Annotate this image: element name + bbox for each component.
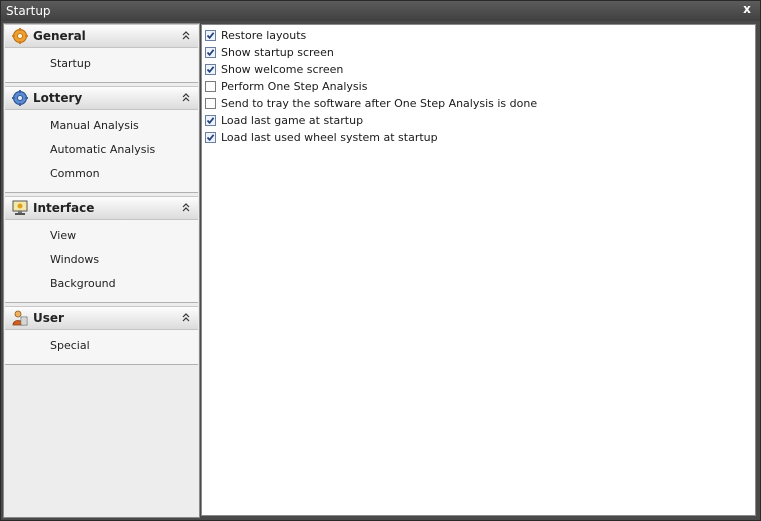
group-interface-title: Interface: [33, 201, 95, 215]
checkbox[interactable]: [205, 64, 216, 75]
group-general: General Startup: [5, 24, 198, 83]
collapse-chevron-icon[interactable]: [180, 28, 192, 42]
group-user-header[interactable]: User: [5, 306, 198, 330]
close-button[interactable]: x: [740, 2, 754, 18]
gear-icon: [12, 28, 28, 44]
option-label: Load last used wheel system at startup: [221, 131, 438, 144]
checkbox[interactable]: [205, 30, 216, 41]
checkbox[interactable]: [205, 98, 216, 109]
checkmark-icon: [206, 117, 215, 125]
group-interface: Interface View Windows Background: [5, 196, 198, 303]
collapse-chevron-icon[interactable]: [180, 200, 192, 214]
window-title: Startup: [6, 4, 51, 18]
option-label: Perform One Step Analysis: [221, 80, 368, 93]
sidebar-item-startup[interactable]: Startup: [50, 57, 91, 70]
sidebar-item-windows[interactable]: Windows: [50, 253, 99, 266]
startup-options-panel: Restore layouts Show startup screen Show…: [201, 24, 756, 516]
option-label: Restore layouts: [221, 29, 307, 42]
option-label: Show welcome screen: [221, 63, 344, 76]
option-label: Show startup screen: [221, 46, 334, 59]
sidebar-item-background[interactable]: Background: [50, 277, 116, 290]
checkbox[interactable]: [205, 47, 216, 58]
sidebar-item-manual-analysis[interactable]: Manual Analysis: [50, 119, 139, 132]
startup-window: Startup x General Startup Lottery Manual…: [0, 0, 761, 521]
collapse-chevron-icon[interactable]: [180, 310, 192, 324]
group-general-title: General: [33, 29, 86, 43]
group-general-header[interactable]: General: [5, 24, 198, 48]
checkmark-icon: [206, 32, 215, 40]
checkmark-icon: [206, 66, 215, 74]
checkmark-icon: [206, 49, 215, 57]
group-lottery: Lottery Manual Analysis Automatic Analys…: [5, 86, 198, 193]
checkbox[interactable]: [205, 115, 216, 126]
options-sidebar: General Startup Lottery Manual Analysis …: [3, 23, 200, 518]
sidebar-item-automatic-analysis[interactable]: Automatic Analysis: [50, 143, 155, 156]
checkbox[interactable]: [205, 132, 216, 143]
title-bar[interactable]: Startup x: [1, 1, 760, 21]
checkbox[interactable]: [205, 81, 216, 92]
settings-globe-icon: [12, 90, 28, 106]
group-lottery-header[interactable]: Lottery: [5, 86, 198, 110]
checkmark-icon: [206, 134, 215, 142]
collapse-chevron-icon[interactable]: [180, 90, 192, 104]
group-lottery-title: Lottery: [33, 91, 83, 105]
sidebar-item-common[interactable]: Common: [50, 167, 100, 180]
sidebar-item-view[interactable]: View: [50, 229, 76, 242]
option-label: Load last game at startup: [221, 114, 364, 127]
user-icon: [12, 310, 28, 326]
group-interface-header[interactable]: Interface: [5, 196, 198, 220]
monitor-icon: [12, 200, 28, 215]
option-label: Send to tray the software after One Step…: [221, 97, 538, 110]
sidebar-item-special[interactable]: Special: [50, 339, 90, 352]
group-user: User Special: [5, 306, 198, 365]
group-user-title: User: [33, 311, 64, 325]
